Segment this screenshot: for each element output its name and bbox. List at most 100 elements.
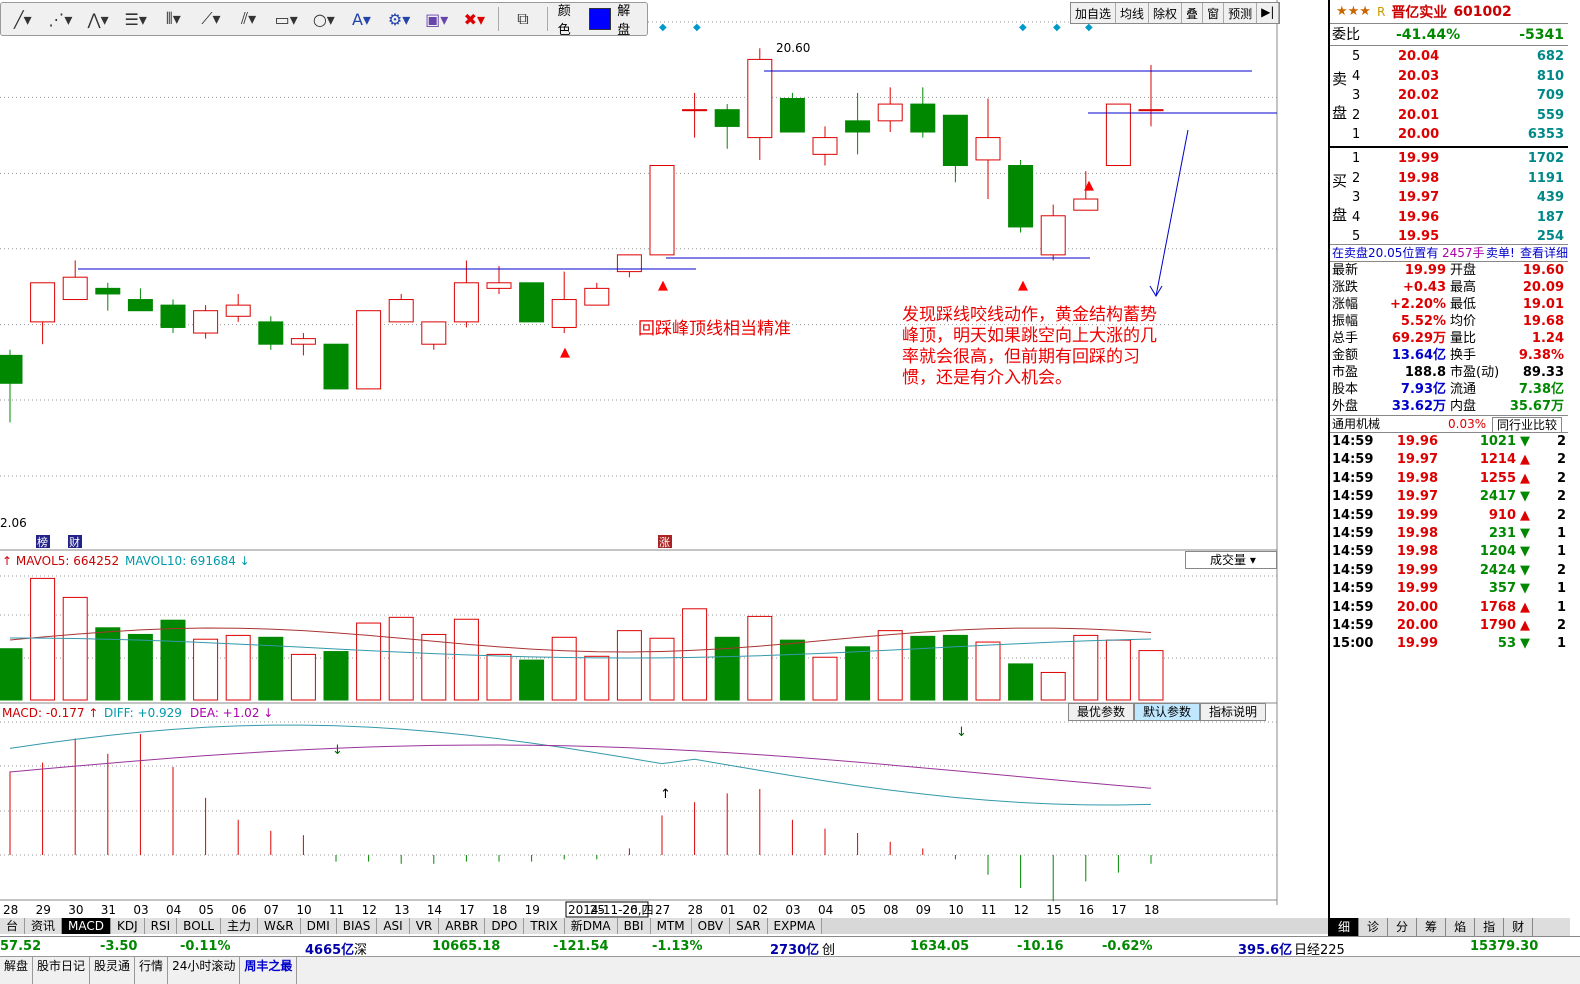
indicator-tab[interactable]: ASI <box>377 918 410 934</box>
indicator-tab[interactable]: BBI <box>617 918 651 934</box>
bottom-tab[interactable]: 股灵通 <box>90 957 136 984</box>
toolbar-divider <box>498 7 500 31</box>
overlay-button[interactable]: 叠 <box>1182 3 1204 23</box>
order-book-row[interactable]: 1 20.00 6353 <box>1330 126 1568 143</box>
panel-subtab[interactable]: 焰 <box>1446 918 1476 936</box>
indicator-tab[interactable]: 台 <box>0 918 26 934</box>
fan-tool-icon[interactable]: ⟋▾ <box>193 5 229 33</box>
forecast-button[interactable]: 预测 <box>1224 3 1258 23</box>
chart-canvas[interactable]: 21.0719.7218.3617.0116.4015.6514.3012.94… <box>0 0 1324 920</box>
indicator-tab[interactable]: SAR <box>730 918 768 934</box>
panel-subtab[interactable]: 指 <box>1475 918 1505 936</box>
indicator-tab[interactable]: MTM <box>650 918 692 934</box>
indicator-tab[interactable]: DMI <box>300 918 337 934</box>
order-book-row[interactable]: 1 19.99 1702 <box>1330 150 1568 167</box>
volume-indicator-select[interactable]: 成交量 ▾ <box>1185 551 1277 569</box>
kline-chart-area[interactable]: 21.0719.7218.3617.0116.4015.6514.3012.94… <box>0 0 1324 920</box>
order-book-row[interactable]: 2 19.98 1191 <box>1330 170 1568 187</box>
volume-bar <box>747 615 773 701</box>
stat-value: 1.24 <box>1531 331 1564 346</box>
channel-tool-icon[interactable]: ⫽▾ <box>231 5 267 33</box>
default-params-button[interactable]: 默认参数 <box>1134 703 1201 721</box>
indicator-tab[interactable]: BIAS <box>336 918 378 934</box>
indicator-tab[interactable]: 资讯 <box>25 918 63 934</box>
high-price-label: 20.60 <box>776 41 810 55</box>
rect-tool-icon[interactable]: ▭▾ <box>268 5 304 33</box>
industry-compare-button[interactable]: 同行业比较 <box>1492 417 1563 433</box>
date-tick-label: 27 <box>655 903 670 917</box>
stat-row: 市盈 188.8 市盈(动) 89.33 <box>1330 364 1568 381</box>
tick-volume: 910 <box>1488 507 1516 523</box>
ticker-value: 1634.05 <box>910 939 970 954</box>
window-button[interactable]: 窗 <box>1203 3 1225 23</box>
ma-button[interactable]: 均线 <box>1116 3 1150 23</box>
unlock-button[interactable]: 解盘 <box>613 0 647 38</box>
panel-subtab[interactable]: 细 <box>1330 918 1360 936</box>
trend-tool-icon[interactable]: ⋰▾ <box>43 5 79 33</box>
indicator-tab[interactable]: TRIX <box>524 918 565 934</box>
tick-count: 2 <box>1556 507 1566 523</box>
indicator-tab[interactable]: RSI <box>144 918 178 934</box>
indicator-tab[interactable]: MACD <box>62 918 112 934</box>
add-watchlist-button[interactable]: 加自选 <box>1071 3 1117 23</box>
optimal-params-button[interactable]: 最优参数 <box>1068 703 1135 721</box>
indicator-help-button[interactable]: 指标说明 <box>1200 703 1267 721</box>
save-icon[interactable]: ▣▾ <box>419 5 455 33</box>
indicator-tab[interactable]: 主力 <box>221 918 259 934</box>
panel-subtab[interactable]: 财 <box>1504 918 1534 936</box>
bottom-tab[interactable]: 解盘 <box>0 957 34 984</box>
wave-tool-icon[interactable]: ⋀▾ <box>80 5 116 33</box>
indicator-tab[interactable]: W&R <box>258 918 301 934</box>
indicator-tab[interactable]: BOLL <box>177 918 222 934</box>
event-diamond-icon: ◆ <box>1019 22 1027 33</box>
candle-body <box>975 137 1001 161</box>
color-swatch[interactable] <box>589 8 612 30</box>
panel-subtab[interactable]: 分 <box>1388 918 1418 936</box>
fib-tool-icon[interactable]: ☰▾ <box>118 5 154 33</box>
text-tool-icon[interactable]: A▾ <box>344 5 380 33</box>
indicator-tab[interactable]: EXPMA <box>767 918 823 934</box>
layout-icon[interactable]: ⧉ <box>505 5 541 33</box>
order-book-row[interactable]: 3 20.02 709 <box>1330 87 1568 104</box>
annotation-note: 回踩峰顶线相当精准 <box>638 319 791 339</box>
date-tick-label: 14 <box>427 903 442 917</box>
panel-subtab[interactable]: 筹 <box>1417 918 1447 936</box>
panel-subtab[interactable]: 诊 <box>1359 918 1389 936</box>
order-book-row[interactable]: 4 19.96 187 <box>1330 209 1568 226</box>
event-diamond-icon: ◆ <box>1053 22 1061 33</box>
line-tool-icon[interactable]: ╱▾ <box>5 5 41 33</box>
ex-rights-button[interactable]: 除权 <box>1149 3 1183 23</box>
date-tick-label: 10 <box>296 903 311 917</box>
delete-icon[interactable]: ✖▾ <box>457 5 493 33</box>
bottom-tab[interactable]: 24小时滚动 <box>168 957 241 984</box>
order-book-row[interactable]: 3 19.97 439 <box>1330 189 1568 206</box>
order-book-row[interactable]: 5 19.95 254 <box>1330 228 1568 245</box>
cycle-tool-icon[interactable]: ⦀▾ <box>156 5 192 33</box>
stat-label: 换手 <box>1450 348 1477 363</box>
indicator-tab[interactable]: VR <box>409 918 440 934</box>
order-book-row[interactable]: 4 20.03 810 <box>1330 68 1568 85</box>
indicator-tab[interactable]: ARBR <box>439 918 486 934</box>
tick-price: 19.99 <box>1396 507 1438 523</box>
tick-row: 14:59 19.99 357 ▼ 1 <box>1330 580 1568 598</box>
order-book-row[interactable]: 2 20.01 559 <box>1330 107 1568 124</box>
indicator-tab[interactable]: 新DMA <box>564 918 618 934</box>
indicator-tab[interactable]: DPO <box>485 918 525 934</box>
stat-value: 7.38亿 <box>1518 382 1564 397</box>
play-end-button[interactable]: ▶| <box>1257 3 1280 23</box>
tick-volume: 1768 <box>1479 599 1516 615</box>
indicator-tab[interactable]: OBV <box>691 918 731 934</box>
stat-row: 涨幅 +2.20% 最低 19.01 <box>1330 296 1568 313</box>
bottom-tab[interactable]: 行情 <box>135 957 169 984</box>
ellipse-tool-icon[interactable]: ○▾ <box>306 5 342 33</box>
order-book-row[interactable]: 5 20.04 682 <box>1330 48 1568 65</box>
settings-gear-icon[interactable]: ⚙▾ <box>381 5 417 33</box>
volume-select-value: 成交量 <box>1210 553 1247 567</box>
indicator-tabs: 台资讯 MACD KDJ RSI BOLL 主力 W&R DMI BIAS ASI VR ARBR DP… <box>0 918 1330 934</box>
indicator-tab[interactable]: KDJ <box>111 918 145 934</box>
bottom-tab[interactable]: 周丰之最 <box>240 957 298 984</box>
notice-detail-link[interactable]: 查看详细 <box>1520 245 1568 262</box>
level-price: 20.04 <box>1398 49 1440 64</box>
tick-time: 14:59 <box>1332 581 1374 597</box>
bottom-tab[interactable]: 股市日记 <box>33 957 91 984</box>
